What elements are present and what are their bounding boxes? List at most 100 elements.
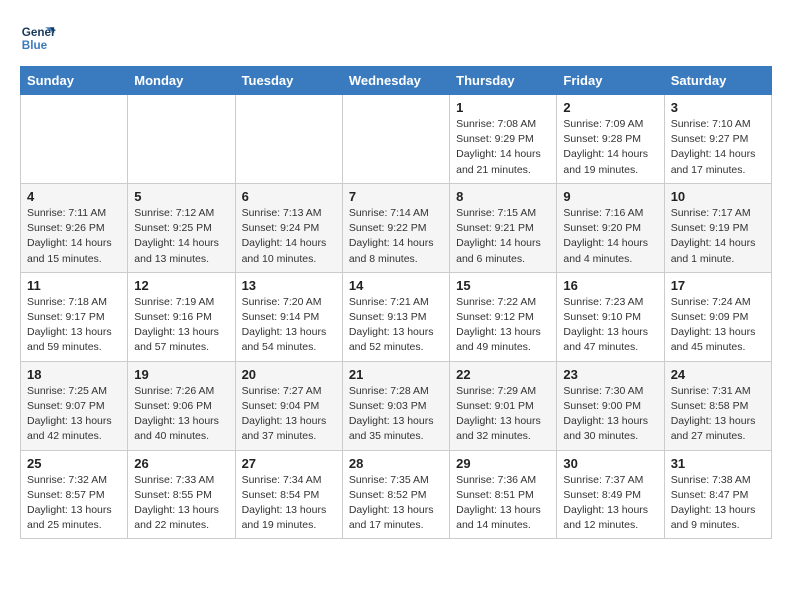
calendar-cell: 16Sunrise: 7:23 AM Sunset: 9:10 PM Dayli… — [557, 272, 664, 361]
calendar-cell — [342, 95, 449, 184]
calendar-cell: 24 Sunrise: 7:31 AM Sunset: 8:58 PM Dayli… — [664, 361, 771, 450]
day-number: 20 — [242, 367, 336, 382]
cell-content: Sunrise: 7:18 AM Sunset: 9:17 PM Dayligh… — [27, 295, 121, 356]
calendar-week-4: 18 Sunrise: 7:25 AM Sunset: 9:07 PM Dayli… — [21, 361, 772, 450]
cell-content: Sunrise: 7:22 AM Sunset: 9:12 PM Dayligh… — [456, 295, 550, 356]
calendar-cell: 15 Sunrise: 7:22 AM Sunset: 9:12 PM Dayli… — [450, 272, 557, 361]
day-number: 19 — [134, 367, 228, 382]
calendar-cell: 22Sunrise: 7:29 AM Sunset: 9:01 PM Dayli… — [450, 361, 557, 450]
cell-content: Sunrise: 7:29 AM Sunset: 9:01 PM Dayligh… — [456, 384, 550, 445]
cell-content: Sunrise: 7:32 AM Sunset: 8:57 PM Dayligh… — [27, 473, 121, 534]
calendar-cell: 31Sunrise: 7:38 AM Sunset: 8:47 PM Dayli… — [664, 450, 771, 539]
calendar-cell: 30 Sunrise: 7:37 AM Sunset: 8:49 PM Dayli… — [557, 450, 664, 539]
cell-content: Sunrise: 7:09 AM Sunset: 9:28 PM Dayligh… — [563, 117, 657, 178]
day-number: 25 — [27, 456, 121, 471]
cell-content: Sunrise: 7:08 AM Sunset: 9:29 PM Dayligh… — [456, 117, 550, 178]
calendar-cell: 29 Sunrise: 7:36 AM Sunset: 8:51 PM Dayli… — [450, 450, 557, 539]
day-number: 27 — [242, 456, 336, 471]
calendar-cell — [235, 95, 342, 184]
day-number: 6 — [242, 189, 336, 204]
day-header-monday: Monday — [128, 67, 235, 95]
cell-content: Sunrise: 7:27 AM Sunset: 9:04 PM Dayligh… — [242, 384, 336, 445]
day-header-sunday: Sunday — [21, 67, 128, 95]
calendar-cell: 13 Sunrise: 7:20 AM Sunset: 9:14 PM Dayli… — [235, 272, 342, 361]
cell-content: Sunrise: 7:36 AM Sunset: 8:51 PM Dayligh… — [456, 473, 550, 534]
calendar-table: SundayMondayTuesdayWednesdayThursdayFrid… — [20, 66, 772, 539]
day-number: 26 — [134, 456, 228, 471]
day-number: 24 — [671, 367, 765, 382]
day-number: 3 — [671, 100, 765, 115]
cell-content: Sunrise: 7:17 AM Sunset: 9:19 PM Dayligh… — [671, 206, 765, 267]
day-number: 2 — [563, 100, 657, 115]
day-number: 28 — [349, 456, 443, 471]
calendar-cell: 19 Sunrise: 7:26 AM Sunset: 9:06 PM Dayli… — [128, 361, 235, 450]
calendar-cell: 1 Sunrise: 7:08 AM Sunset: 9:29 PM Daylig… — [450, 95, 557, 184]
cell-content: Sunrise: 7:26 AM Sunset: 9:06 PM Dayligh… — [134, 384, 228, 445]
calendar-cell: 28 Sunrise: 7:35 AM Sunset: 8:52 PM Dayli… — [342, 450, 449, 539]
day-number: 12 — [134, 278, 228, 293]
cell-content: Sunrise: 7:31 AM Sunset: 8:58 PM Dayligh… — [671, 384, 765, 445]
calendar-cell: 6 Sunrise: 7:13 AM Sunset: 9:24 PM Daylig… — [235, 183, 342, 272]
cell-content: Sunrise: 7:13 AM Sunset: 9:24 PM Dayligh… — [242, 206, 336, 267]
cell-content: Sunrise: 7:16 AM Sunset: 9:20 PM Dayligh… — [563, 206, 657, 267]
cell-content: Sunrise: 7:24 AM Sunset: 9:09 PM Dayligh… — [671, 295, 765, 356]
day-number: 11 — [27, 278, 121, 293]
calendar-cell: 4 Sunrise: 7:11 AM Sunset: 9:26 PM Daylig… — [21, 183, 128, 272]
calendar-week-1: 1 Sunrise: 7:08 AM Sunset: 9:29 PM Daylig… — [21, 95, 772, 184]
cell-content: Sunrise: 7:35 AM Sunset: 8:52 PM Dayligh… — [349, 473, 443, 534]
day-number: 1 — [456, 100, 550, 115]
day-number: 30 — [563, 456, 657, 471]
calendar-cell — [128, 95, 235, 184]
day-number: 14 — [349, 278, 443, 293]
svg-text:Blue: Blue — [22, 39, 48, 52]
cell-content: Sunrise: 7:11 AM Sunset: 9:26 PM Dayligh… — [27, 206, 121, 267]
calendar-cell: 25 Sunrise: 7:32 AM Sunset: 8:57 PM Dayli… — [21, 450, 128, 539]
day-number: 17 — [671, 278, 765, 293]
calendar-cell: 23 Sunrise: 7:30 AM Sunset: 9:00 PM Dayli… — [557, 361, 664, 450]
day-number: 15 — [456, 278, 550, 293]
calendar-week-3: 11 Sunrise: 7:18 AM Sunset: 9:17 PM Dayli… — [21, 272, 772, 361]
calendar-cell: 10Sunrise: 7:17 AM Sunset: 9:19 PM Dayli… — [664, 183, 771, 272]
cell-content: Sunrise: 7:19 AM Sunset: 9:16 PM Dayligh… — [134, 295, 228, 356]
cell-content: Sunrise: 7:14 AM Sunset: 9:22 PM Dayligh… — [349, 206, 443, 267]
calendar-cell: 5Sunrise: 7:12 AM Sunset: 9:25 PM Daylig… — [128, 183, 235, 272]
cell-content: Sunrise: 7:21 AM Sunset: 9:13 PM Dayligh… — [349, 295, 443, 356]
calendar-week-5: 25 Sunrise: 7:32 AM Sunset: 8:57 PM Dayli… — [21, 450, 772, 539]
calendar-cell: 3Sunrise: 7:10 AM Sunset: 9:27 PM Daylig… — [664, 95, 771, 184]
day-number: 7 — [349, 189, 443, 204]
logo-icon: General Blue — [20, 20, 56, 56]
cell-content: Sunrise: 7:34 AM Sunset: 8:54 PM Dayligh… — [242, 473, 336, 534]
calendar-cell: 2 Sunrise: 7:09 AM Sunset: 9:28 PM Daylig… — [557, 95, 664, 184]
day-number: 4 — [27, 189, 121, 204]
day-header-saturday: Saturday — [664, 67, 771, 95]
day-number: 8 — [456, 189, 550, 204]
calendar-cell: 21Sunrise: 7:28 AM Sunset: 9:03 PM Dayli… — [342, 361, 449, 450]
cell-content: Sunrise: 7:30 AM Sunset: 9:00 PM Dayligh… — [563, 384, 657, 445]
day-number: 16 — [563, 278, 657, 293]
calendar-header-row: SundayMondayTuesdayWednesdayThursdayFrid… — [21, 67, 772, 95]
calendar-cell: 8 Sunrise: 7:15 AM Sunset: 9:21 PM Daylig… — [450, 183, 557, 272]
day-number: 23 — [563, 367, 657, 382]
day-number: 18 — [27, 367, 121, 382]
calendar-week-2: 4 Sunrise: 7:11 AM Sunset: 9:26 PM Daylig… — [21, 183, 772, 272]
day-number: 21 — [349, 367, 443, 382]
calendar-cell: 11 Sunrise: 7:18 AM Sunset: 9:17 PM Dayli… — [21, 272, 128, 361]
day-number: 9 — [563, 189, 657, 204]
cell-content: Sunrise: 7:37 AM Sunset: 8:49 PM Dayligh… — [563, 473, 657, 534]
day-header-wednesday: Wednesday — [342, 67, 449, 95]
day-header-friday: Friday — [557, 67, 664, 95]
calendar-cell: 26Sunrise: 7:33 AM Sunset: 8:55 PM Dayli… — [128, 450, 235, 539]
calendar-cell: 12 Sunrise: 7:19 AM Sunset: 9:16 PM Dayli… — [128, 272, 235, 361]
calendar-cell — [21, 95, 128, 184]
cell-content: Sunrise: 7:15 AM Sunset: 9:21 PM Dayligh… — [456, 206, 550, 267]
calendar-cell: 7 Sunrise: 7:14 AM Sunset: 9:22 PM Daylig… — [342, 183, 449, 272]
calendar-cell: 18 Sunrise: 7:25 AM Sunset: 9:07 PM Dayli… — [21, 361, 128, 450]
calendar-cell: 27 Sunrise: 7:34 AM Sunset: 8:54 PM Dayli… — [235, 450, 342, 539]
cell-content: Sunrise: 7:25 AM Sunset: 9:07 PM Dayligh… — [27, 384, 121, 445]
calendar-cell: 9 Sunrise: 7:16 AM Sunset: 9:20 PM Daylig… — [557, 183, 664, 272]
day-number: 29 — [456, 456, 550, 471]
day-number: 13 — [242, 278, 336, 293]
day-number: 31 — [671, 456, 765, 471]
day-header-thursday: Thursday — [450, 67, 557, 95]
cell-content: Sunrise: 7:20 AM Sunset: 9:14 PM Dayligh… — [242, 295, 336, 356]
